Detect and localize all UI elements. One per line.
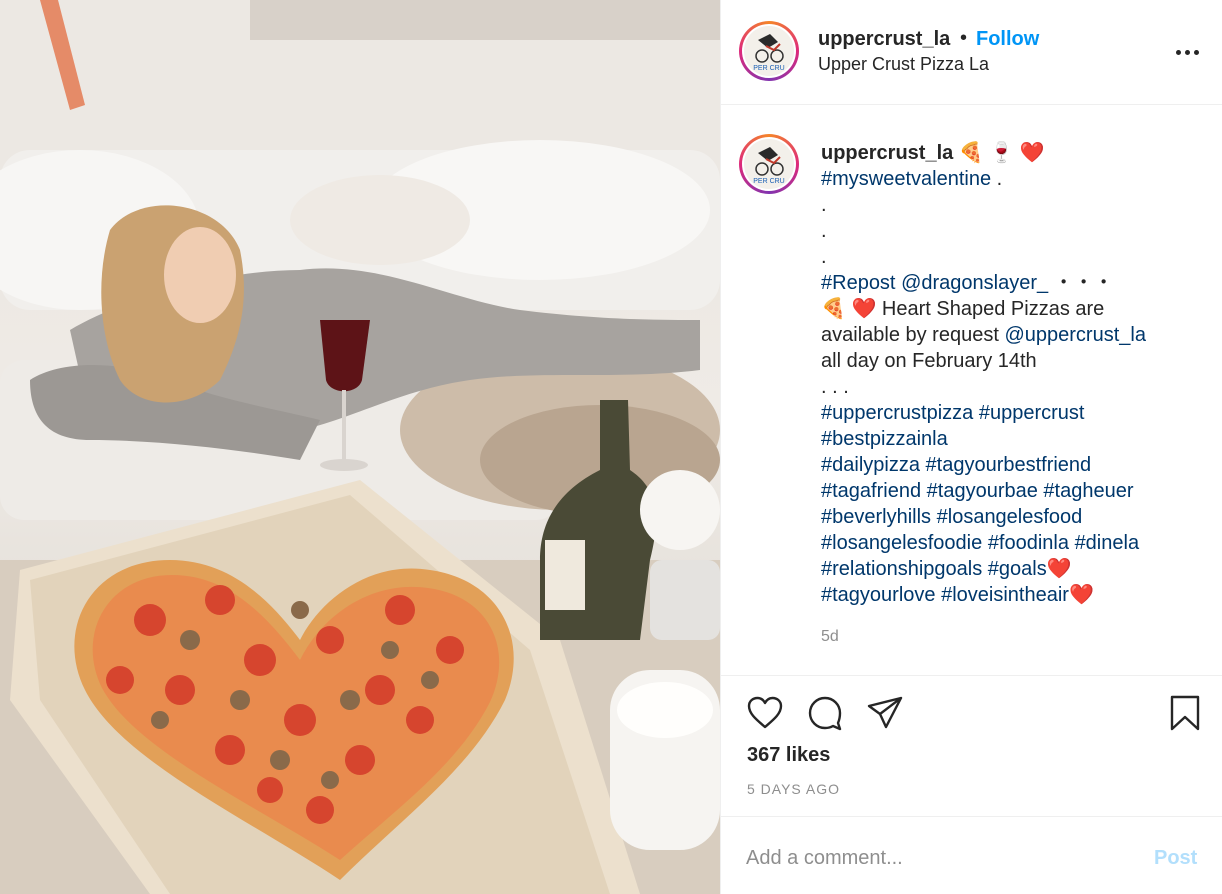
hashtag-link[interactable]: #loveisintheair❤️ xyxy=(941,584,1094,606)
mention-link[interactable]: @dragonslayer_ xyxy=(901,272,1048,294)
hashtag-line: #losangelesfoodie #foodinla #dinela xyxy=(821,530,1191,556)
hashtag-link[interactable]: #uppercrustpizza xyxy=(821,402,973,424)
hashtag-link[interactable]: #dailypizza xyxy=(821,454,920,476)
bookmark-icon[interactable] xyxy=(1165,693,1205,733)
hashtag-link[interactable]: #bestpizzainla xyxy=(821,428,948,450)
hashtag-line: #tagafriend #tagyourbae #tagheuer xyxy=(821,478,1191,504)
comment-icon[interactable] xyxy=(805,693,845,733)
avatar-text: PER CRU xyxy=(753,178,785,185)
caption-author-avatar[interactable]: PER CRU xyxy=(739,134,799,194)
hashtag-link[interactable]: #tagyourbae xyxy=(927,480,1038,502)
hashtag-line: #dailypizza #tagyourbestfriend xyxy=(821,452,1191,478)
mention-link[interactable]: @uppercrust_la xyxy=(1004,324,1145,346)
caption-text: all day on February 14th xyxy=(821,350,1037,372)
hashtag-link[interactable]: #tagyourbestfriend xyxy=(926,454,1092,476)
post-header: PER CRU uppercrust_la • Follow Upper Cru… xyxy=(721,0,1222,105)
hashtag-line: #uppercrustpizza #uppercrust xyxy=(821,400,1191,426)
hashtag-link[interactable]: #Repost xyxy=(821,272,896,294)
hashtag-link[interactable]: #goals❤️ xyxy=(988,558,1072,580)
comment-input[interactable] xyxy=(746,843,1126,873)
send-icon[interactable] xyxy=(865,693,905,733)
header-separator: • xyxy=(960,27,968,49)
post-comment-button[interactable]: Post xyxy=(1154,847,1197,870)
caption-text: . xyxy=(821,220,827,242)
caption-text: available by request xyxy=(821,324,1005,346)
hashtag-line: #tagyourlove #loveisintheair❤️ xyxy=(821,582,1191,608)
post-caption: uppercrust_la 🍕 🍷 ❤️ #mysweetvalentine .… xyxy=(821,140,1191,608)
caption-text: ・・・ xyxy=(1048,272,1114,294)
uppercrust-logo-icon: PER CRU xyxy=(744,139,794,189)
hashtag-link[interactable]: #beverlyhills xyxy=(821,506,931,528)
action-bar xyxy=(721,677,1222,737)
caption-emojis: 🍕 ❤️ xyxy=(821,298,877,320)
hashtag-line: #bestpizzainla xyxy=(821,426,1191,452)
heart-icon[interactable] xyxy=(745,693,785,733)
caption-username[interactable]: uppercrust_la xyxy=(821,142,953,164)
hashtag-link[interactable]: #foodinla xyxy=(988,532,1069,554)
author-avatar[interactable]: PER CRU xyxy=(739,21,799,81)
avatar-text: PER CRU xyxy=(753,65,785,72)
hashtag-line: #relationshipgoals #goals❤️ xyxy=(821,556,1191,582)
likes-count[interactable]: 367 likes xyxy=(747,744,830,767)
hashtag-link[interactable]: #dinela xyxy=(1075,532,1140,554)
caption-emojis: 🍕 🍷 ❤️ xyxy=(958,142,1045,164)
follow-button[interactable]: Follow xyxy=(976,28,1039,51)
location-link[interactable]: Upper Crust Pizza La xyxy=(818,54,989,75)
caption-text: . xyxy=(821,194,827,216)
pizza-valentine-illustration xyxy=(0,0,720,894)
hashtag-link[interactable]: #tagafriend xyxy=(821,480,921,502)
comment-box: Post xyxy=(721,816,1222,894)
caption-text: Heart Shaped Pizzas are xyxy=(876,298,1105,320)
hashtag-link[interactable]: #mysweetvalentine xyxy=(821,168,991,190)
hashtag-link[interactable]: #tagyourlove xyxy=(821,584,936,606)
uppercrust-logo-icon: PER CRU xyxy=(744,26,794,76)
caption-text: . xyxy=(821,246,827,268)
header-username[interactable]: uppercrust_la xyxy=(818,28,950,51)
hashtag-link[interactable]: #uppercrust xyxy=(979,402,1085,424)
caption-text: . xyxy=(991,168,1003,190)
post-photo[interactable] xyxy=(0,0,720,894)
more-options-icon[interactable] xyxy=(1173,40,1201,64)
post-detail-panel: PER CRU uppercrust_la • Follow Upper Cru… xyxy=(720,0,1222,894)
hashtag-link[interactable]: #tagheuer xyxy=(1043,480,1133,502)
hashtag-line: #beverlyhills #losangelesfood xyxy=(821,504,1191,530)
hashtag-link[interactable]: #relationshipgoals xyxy=(821,558,982,580)
caption-section: PER CRU uppercrust_la 🍕 🍷 ❤️ #mysweetval… xyxy=(721,106,1222,676)
hashtag-list: #uppercrustpizza #uppercrust #bestpizzain… xyxy=(821,400,1191,608)
post-timestamp[interactable]: 5 DAYS AGO xyxy=(747,781,840,797)
caption-time[interactable]: 5d xyxy=(821,628,839,646)
caption-text: . . . xyxy=(821,376,849,398)
hashtag-link[interactable]: #losangelesfoodie xyxy=(821,532,982,554)
hashtag-link[interactable]: #losangelesfood xyxy=(937,506,1083,528)
